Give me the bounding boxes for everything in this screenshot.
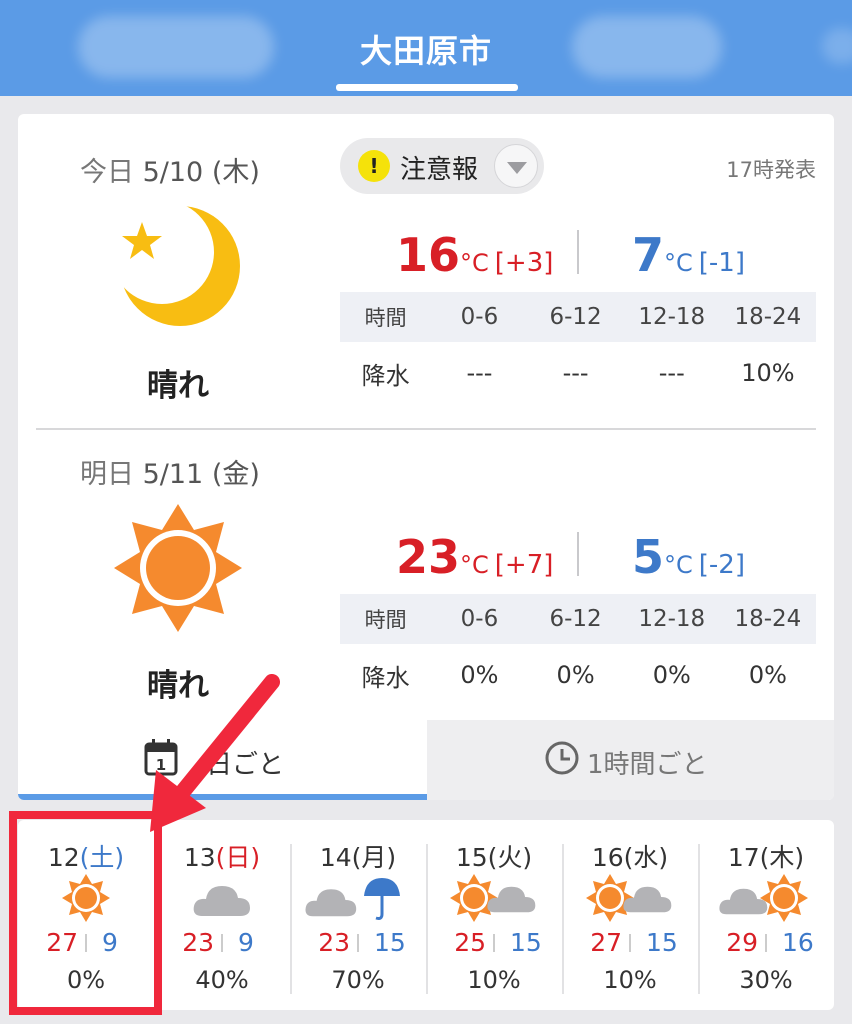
today-low: 7°C [-1]: [632, 228, 745, 282]
table-header-row: 時間 0-6 6-12 12-18 18-24: [340, 594, 816, 644]
today-date: 5/10: [142, 157, 204, 188]
forecast-low: 9: [238, 928, 254, 957]
forecast-precip: 10%: [603, 966, 657, 994]
tomorrow-high: 23°C [+7]: [396, 530, 554, 584]
clear-night-icon: [120, 206, 240, 326]
annotation-highlight-box: [9, 811, 162, 1015]
column-separator: [426, 844, 428, 994]
forecast-card: 今日 5/10 (木) ! 注意報 17時発表 晴れ 16°C [+3] 7°C[…: [18, 114, 834, 800]
column-separator: [562, 844, 564, 994]
tab-hourly[interactable]: 1時間ごと: [427, 720, 834, 800]
today-rel: 今日: [80, 157, 134, 188]
forecast-low: 16: [782, 928, 814, 957]
warning-icon: !: [358, 150, 390, 182]
today-dow: (木): [211, 157, 260, 188]
chevron-down-icon[interactable]: [494, 144, 538, 188]
table-row: 降水 0% 0% 0% 0%: [361, 661, 787, 692]
app-header: 大田原市: [0, 0, 852, 96]
sunny-cloud-icon: [450, 874, 536, 922]
tomorrow-rel: 明日: [80, 459, 134, 490]
city-title[interactable]: 大田原市: [0, 26, 852, 72]
tomorrow-dow: (金): [211, 459, 260, 490]
forecast-low: 15: [646, 928, 678, 957]
column-separator: [290, 844, 292, 994]
sunny-icon: [114, 504, 242, 632]
forecast-precip: 70%: [331, 966, 385, 994]
day-forecast-15[interactable]: 15(火) 25 15 10%: [426, 820, 562, 1010]
forecast-high: 27: [590, 928, 622, 957]
forecast-precip: 30%: [739, 966, 793, 994]
day-forecast-14[interactable]: 14(月) 23 15 70%: [290, 820, 426, 1010]
table-row: 降水 --- --- --- 10%: [361, 359, 795, 390]
forecast-date: 16(水): [591, 843, 669, 872]
active-tab-indicator: [336, 84, 518, 91]
active-tab-indicator: [18, 794, 427, 800]
temp-separator: [577, 230, 579, 274]
tomorrow-temps: 23°C [+7] 5°C [-2]: [340, 530, 816, 590]
alert-label: 注意報: [400, 155, 479, 185]
clock-icon: [545, 741, 579, 775]
forecast-low: 15: [374, 928, 406, 957]
forecast-precip: 10%: [467, 966, 521, 994]
forecast-date: 17(木): [727, 843, 805, 872]
issued-time: 17時発表: [726, 158, 816, 182]
section-divider: [36, 428, 816, 430]
today-heading: 今日 5/10 (木): [80, 150, 260, 189]
sunny-cloud-icon: [586, 874, 672, 922]
tomorrow-weather: 晴れ: [147, 668, 209, 704]
forecast-high: 23: [182, 928, 214, 957]
alert-button[interactable]: ! 注意報: [340, 138, 544, 194]
forecast-high: 29: [726, 928, 758, 957]
column-separator: [698, 844, 700, 994]
forecast-low: 15: [510, 928, 542, 957]
today-temps: 16°C [+3] 7°C [-1]: [340, 228, 816, 288]
day-forecast-17[interactable]: 17(木) 29 16 30%: [698, 820, 834, 1010]
forecast-precip: 40%: [195, 966, 249, 994]
forecast-date: 13(日): [183, 843, 261, 872]
calendar-icon: 1: [144, 739, 178, 776]
day-forecast-16[interactable]: 16(水) 27 15 10%: [562, 820, 698, 1010]
today-high: 16°C [+3]: [396, 228, 554, 282]
tomorrow-date: 5/11: [142, 459, 204, 490]
forecast-date: 15(火): [455, 843, 533, 872]
temp-separator: [577, 532, 579, 576]
today-precip-table: 時間 0-6 6-12 12-18 18-24 降水 --- --- --- 1…: [340, 292, 816, 404]
tab-daily-label: 日ごと: [206, 750, 285, 780]
svg-text:1: 1: [156, 756, 166, 774]
tomorrow-precip-table: 時間 0-6 6-12 12-18 18-24 降水 0% 0% 0% 0%: [340, 594, 816, 706]
forecast-high: 25: [454, 928, 486, 957]
cloud-icon: [193, 886, 250, 916]
tab-hourly-label: 1時間ごと: [587, 750, 708, 780]
forecast-high: 23: [318, 928, 350, 957]
day-forecast-13[interactable]: 13(日) 23 9 40%: [154, 820, 290, 1010]
cloud-umbrella-icon: [305, 878, 400, 920]
tab-daily[interactable]: 1 日ごと: [18, 720, 427, 800]
tomorrow-heading: 明日 5/11 (金): [80, 452, 260, 491]
today-weather: 晴れ: [147, 368, 209, 404]
table-header-row: 時間 0-6 6-12 12-18 18-24: [340, 292, 816, 342]
cloud-sunny-icon: [719, 874, 808, 922]
tomorrow-low: 5°C [-2]: [632, 530, 745, 584]
forecast-date: 14(月): [319, 843, 397, 872]
